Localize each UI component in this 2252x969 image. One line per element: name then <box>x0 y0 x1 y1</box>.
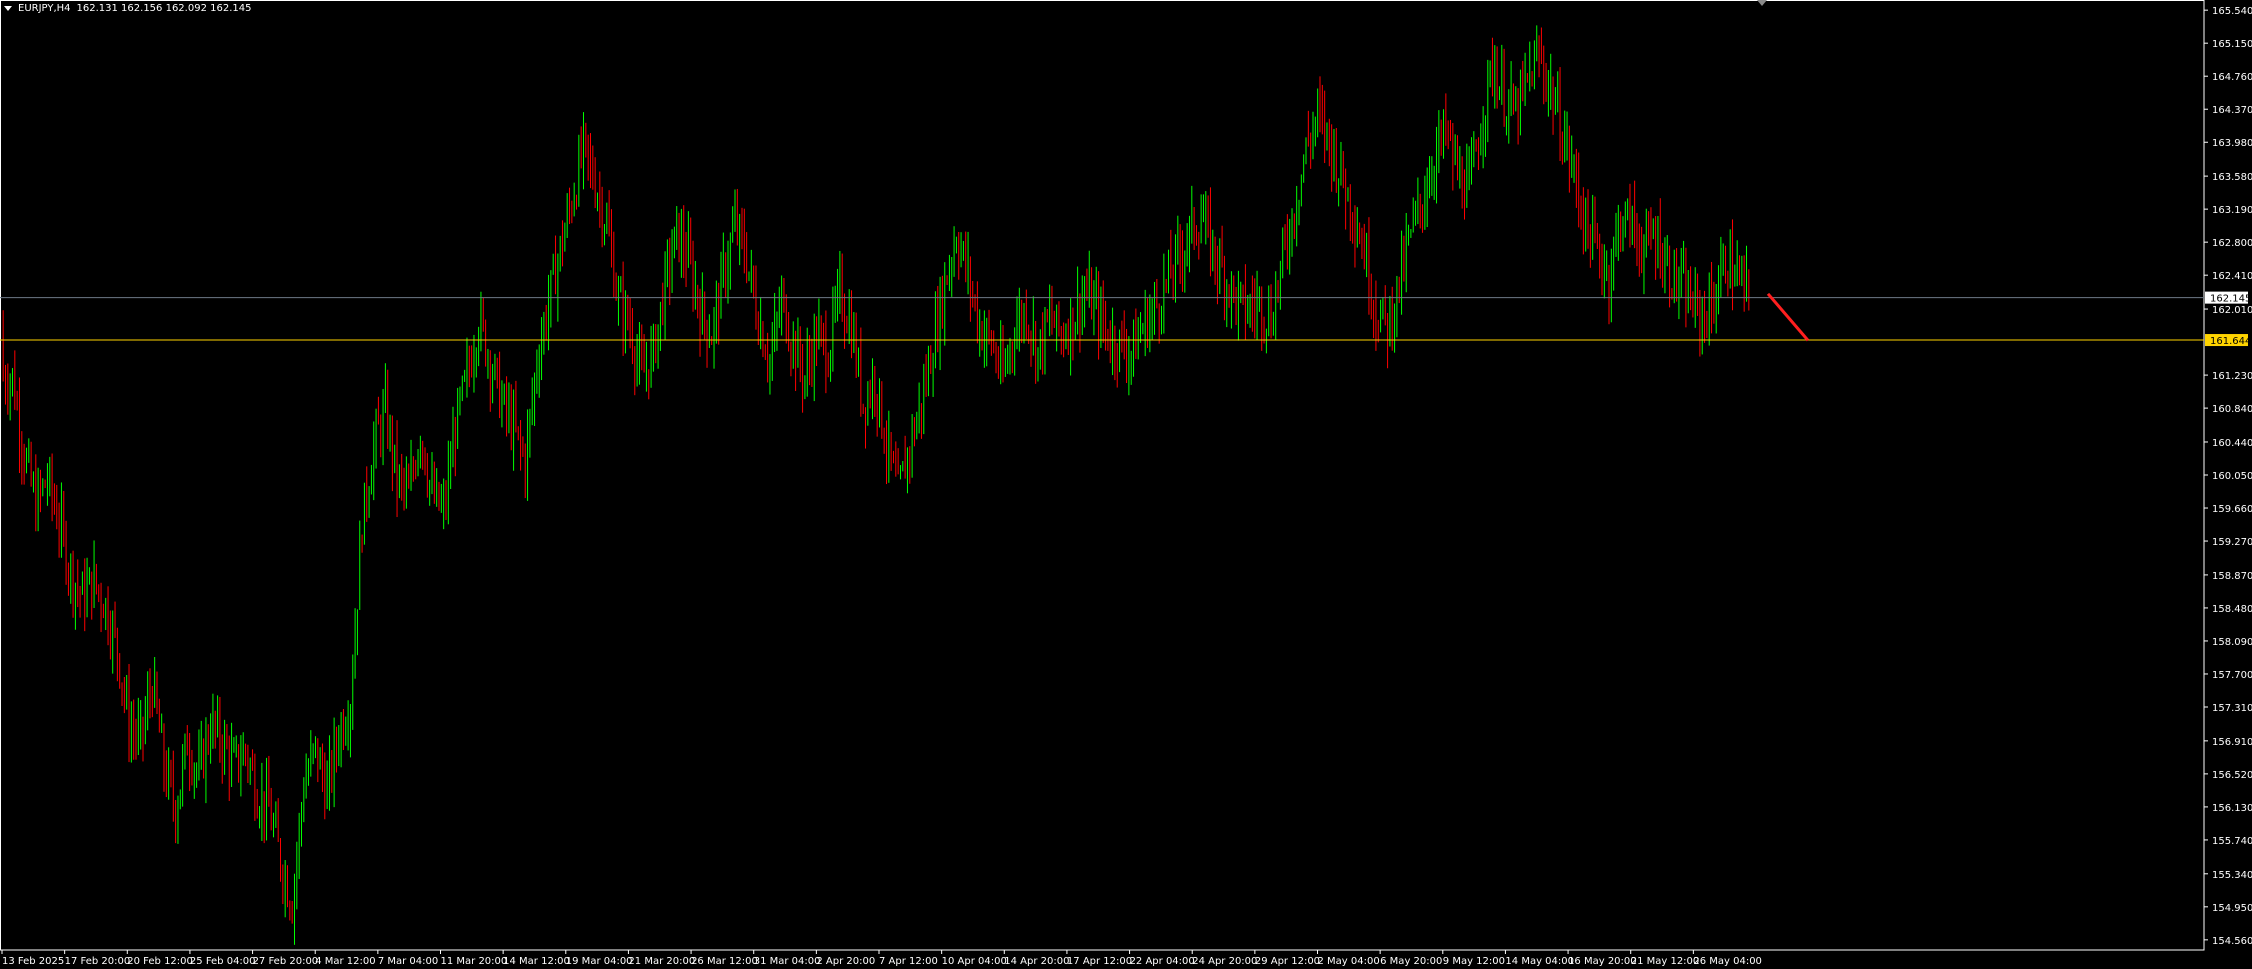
time-tick-label: 14 Apr 20:00 <box>1004 956 1069 967</box>
time-tick-label: 10 Apr 04:00 <box>942 956 1007 967</box>
price-tick-label: 160.440 <box>2212 438 2252 449</box>
time-tick-label: 31 Mar 04:00 <box>754 956 821 967</box>
time-tick-label: 21 May 12:00 <box>1631 956 1700 967</box>
time-tick-label: 6 May 20:00 <box>1380 956 1442 967</box>
price-tick-label: 163.190 <box>2212 205 2252 216</box>
triangle-down-icon[interactable] <box>4 6 12 11</box>
symbol-label: EURJPY,H4 <box>18 3 71 14</box>
price-tick-label: 158.870 <box>2212 571 2252 582</box>
price-tick-label: 154.950 <box>2212 903 2252 914</box>
time-tick-label: 20 Feb 12:00 <box>127 956 193 967</box>
price-tick-label: 165.540 <box>2212 6 2252 17</box>
time-tick-label: 14 Mar 12:00 <box>503 956 570 967</box>
chart-shift-marker-icon[interactable] <box>1757 0 1767 6</box>
time-tick-label: 27 Feb 20:00 <box>253 956 319 967</box>
price-chart-area[interactable]: 165.540 165.150 164.760 164.370 163.980 163.5… <box>0 0 2252 967</box>
time-tick-label: 17 Apr 12:00 <box>1067 956 1132 967</box>
time-tick-label: 13 Feb 2025 <box>2 956 64 967</box>
candlestick-chart[interactable]: 165.540 165.150 164.760 164.370 163.980 163.5… <box>0 0 2252 969</box>
symbol-info-bar: EURJPY,H4 162.131 162.156 162.092 162.14… <box>4 3 251 14</box>
time-tick-label: 2 Apr 20:00 <box>816 956 875 967</box>
price-tick-label: 155.340 <box>2212 870 2252 881</box>
price-tick-label: 164.760 <box>2212 72 2252 83</box>
time-tick-label: 19 Mar 04:00 <box>566 956 633 967</box>
price-tick-label: 162.010 <box>2212 305 2252 316</box>
price-tick-label: 157.700 <box>2212 670 2252 681</box>
chart-window: 165.540 165.150 164.760 164.370 163.980 163.5… <box>0 0 2252 969</box>
time-tick-label: 7 Apr 12:00 <box>879 956 938 967</box>
price-tick-label: 158.480 <box>2212 604 2252 615</box>
price-tick-label: 165.150 <box>2212 39 2252 50</box>
time-tick-label: 16 May 20:00 <box>1568 956 1637 967</box>
time-tick-label: 17 Feb 20:00 <box>65 956 131 967</box>
time-tick-label: 11 Mar 20:00 <box>441 956 508 967</box>
price-tick-label: 154.560 <box>2212 936 2252 947</box>
time-tick-label: 21 Mar 20:00 <box>628 956 695 967</box>
price-tick-label: 164.370 <box>2212 105 2252 116</box>
price-tick-label: 156.520 <box>2212 770 2252 781</box>
price-tick-label: 159.270 <box>2212 537 2252 548</box>
time-tick-label: 9 May 12:00 <box>1443 956 1505 967</box>
price-tick-label: 156.910 <box>2212 737 2252 748</box>
price-tick-label: 157.310 <box>2212 703 2252 714</box>
chart-frame <box>0 0 2205 951</box>
price-tick-label: 163.980 <box>2212 138 2252 149</box>
candles-group <box>2 25 1750 945</box>
time-tick-label: 24 Apr 20:00 <box>1192 956 1257 967</box>
time-tick-label: 14 May 04:00 <box>1505 956 1574 967</box>
projection-arrow <box>1766 292 1810 342</box>
price-tick-label: 162.800 <box>2212 238 2252 249</box>
price-tick-label: 161.230 <box>2212 371 2252 382</box>
level-price-label: 161.644 <box>2210 336 2251 347</box>
time-tick-label: 22 Apr 04:00 <box>1130 956 1195 967</box>
time-tick-label: 7 Mar 04:00 <box>378 956 438 967</box>
price-tick-label: 156.130 <box>2212 803 2252 814</box>
time-tick-label: 4 Mar 12:00 <box>315 956 375 967</box>
price-tick-label: 159.660 <box>2212 504 2252 515</box>
time-tick-label: 25 Feb 04:00 <box>190 956 256 967</box>
time-tick-label: 2 May 04:00 <box>1318 956 1380 967</box>
time-tick-label: 29 Apr 12:00 <box>1255 956 1320 967</box>
price-tick-label: 155.740 <box>2212 836 2252 847</box>
price-tick-label: 160.840 <box>2212 404 2252 415</box>
price-tick-label: 163.580 <box>2212 172 2252 183</box>
time-tick-label: 26 Mar 12:00 <box>691 956 758 967</box>
price-tick-label: 160.050 <box>2212 471 2252 482</box>
current-price-label: 162.145 <box>2210 294 2251 305</box>
time-tick-label: 26 May 04:00 <box>1693 956 1762 967</box>
price-tick-label: 162.410 <box>2212 271 2252 282</box>
ohlc-values: 162.131 162.156 162.092 162.145 <box>76 3 252 14</box>
price-tick-label: 158.090 <box>2212 637 2252 648</box>
